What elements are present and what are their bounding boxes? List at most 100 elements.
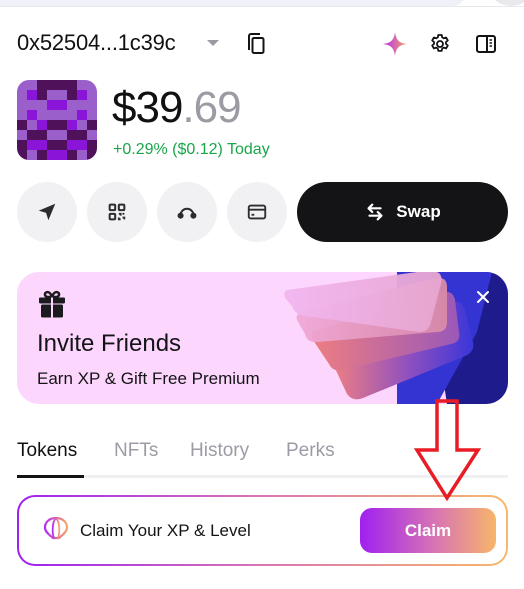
avatar-pixel <box>27 110 37 120</box>
avatar-pixel <box>47 80 57 90</box>
avatar-pixel <box>87 140 97 150</box>
avatar-pixel <box>27 120 37 130</box>
swap-arrows-icon <box>367 203 383 221</box>
balance-change: +0.29% ($0.12) Today <box>113 141 270 158</box>
banner-subtitle: Earn XP & Gift Free Premium <box>37 369 260 388</box>
avatar-pixel <box>17 120 27 130</box>
avatar-pixel <box>17 100 27 110</box>
wallet-header: 0x52504...1c39c <box>0 26 524 62</box>
close-icon[interactable] <box>475 289 491 305</box>
avatar-pixel <box>17 110 27 120</box>
avatar-pixel <box>27 100 37 110</box>
avatar-pixel <box>77 140 87 150</box>
avatar-pixel <box>27 90 37 100</box>
cards-illustration <box>277 272 508 404</box>
avatar-pixel <box>67 120 77 130</box>
avatar-pixel <box>37 90 47 100</box>
avatar-pixel <box>87 130 97 140</box>
avatar-pixel <box>67 140 77 150</box>
avatar-pixel <box>67 90 77 100</box>
banner-title: Invite Friends <box>37 330 182 357</box>
avatar-pixel <box>47 130 57 140</box>
tab-nfts[interactable]: NFTs <box>114 440 158 462</box>
avatar-pixel <box>27 140 37 150</box>
avatar-pixel <box>87 150 97 160</box>
avatar-pixel <box>87 110 97 120</box>
balance-integer: $39 <box>112 83 183 132</box>
avatar-pixel <box>37 150 47 160</box>
avatar-pixel <box>87 80 97 90</box>
gift-icon <box>39 290 65 318</box>
avatar-pixel <box>87 120 97 130</box>
avatar-pixel <box>37 140 47 150</box>
avatar-pixel <box>47 150 57 160</box>
annotation-arrow-icon <box>414 399 482 502</box>
balance-decimal: .69 <box>182 83 241 132</box>
avatar-pixel <box>77 90 87 100</box>
chevron-down-icon[interactable] <box>207 40 219 46</box>
avatar-pixel <box>57 120 67 130</box>
balloon-icon <box>43 516 69 544</box>
wallet-address[interactable]: 0x52504...1c39c <box>17 30 176 56</box>
avatar-pixel <box>57 140 67 150</box>
copy-icon[interactable] <box>245 32 267 56</box>
address-bar-edge <box>0 0 465 6</box>
avatar-pixel <box>17 150 27 160</box>
avatar-pixel <box>17 90 27 100</box>
tab-perks[interactable]: Perks <box>286 440 335 462</box>
send-button[interactable] <box>17 182 77 242</box>
gear-icon[interactable] <box>428 32 452 56</box>
avatar-pixel <box>77 80 87 90</box>
claim-xp-text: Claim Your XP & Level <box>80 521 251 540</box>
side-panel-icon[interactable] <box>474 32 498 56</box>
swap-button[interactable]: Swap <box>297 182 508 242</box>
avatar-pixel <box>17 80 27 90</box>
avatar-pixel <box>57 80 67 90</box>
send-icon <box>38 203 56 221</box>
avatar-pixel <box>77 110 87 120</box>
tab-tokens[interactable]: Tokens <box>17 440 77 462</box>
avatar-pixel <box>87 100 97 110</box>
avatar-pixel <box>17 130 27 140</box>
total-balance: $39.69 <box>112 80 242 136</box>
avatar-pixel <box>57 130 67 140</box>
avatar-pixel <box>67 110 77 120</box>
browser-top-strip <box>0 0 524 7</box>
card-icon <box>247 204 267 220</box>
receive-button[interactable] <box>87 182 147 242</box>
avatar-pixel <box>57 110 67 120</box>
claim-xp-card: Claim Your XP & Level Claim <box>17 495 508 566</box>
avatar-pixel <box>27 130 37 140</box>
avatar-pixel <box>37 80 47 90</box>
avatar-pixel <box>17 140 27 150</box>
avatar-pixel <box>67 80 77 90</box>
avatar-pixel <box>27 80 37 90</box>
sparkle-icon[interactable] <box>381 30 409 58</box>
avatar-pixel <box>57 90 67 100</box>
invite-friends-banner[interactable]: Invite Friends Earn XP & Gift Free Premi… <box>17 272 508 404</box>
profile-button-edge <box>492 0 524 6</box>
swap-label: Swap <box>396 202 441 221</box>
avatar-pixel <box>67 150 77 160</box>
active-tab-indicator <box>17 475 84 478</box>
avatar-pixel <box>77 100 87 110</box>
qr-code-icon <box>108 203 126 221</box>
buy-card-button[interactable] <box>227 182 287 242</box>
bridge-button[interactable] <box>157 182 217 242</box>
avatar-pixel <box>47 140 57 150</box>
tab-history[interactable]: History <box>190 440 249 462</box>
claim-button[interactable]: Claim <box>360 508 496 553</box>
avatar-pixel <box>47 90 57 100</box>
avatar-pixel <box>47 110 57 120</box>
wallet-avatar[interactable] <box>17 80 97 160</box>
bridge-icon <box>177 207 197 219</box>
avatar-pixel <box>87 90 97 100</box>
avatar-pixel <box>47 120 57 130</box>
avatar-pixel <box>77 120 87 130</box>
avatar-pixel <box>77 150 87 160</box>
avatar-pixel <box>67 100 77 110</box>
avatar-pixel <box>57 150 67 160</box>
avatar-pixel <box>37 120 47 130</box>
avatar-pixel <box>37 110 47 120</box>
avatar-pixel <box>57 100 67 110</box>
